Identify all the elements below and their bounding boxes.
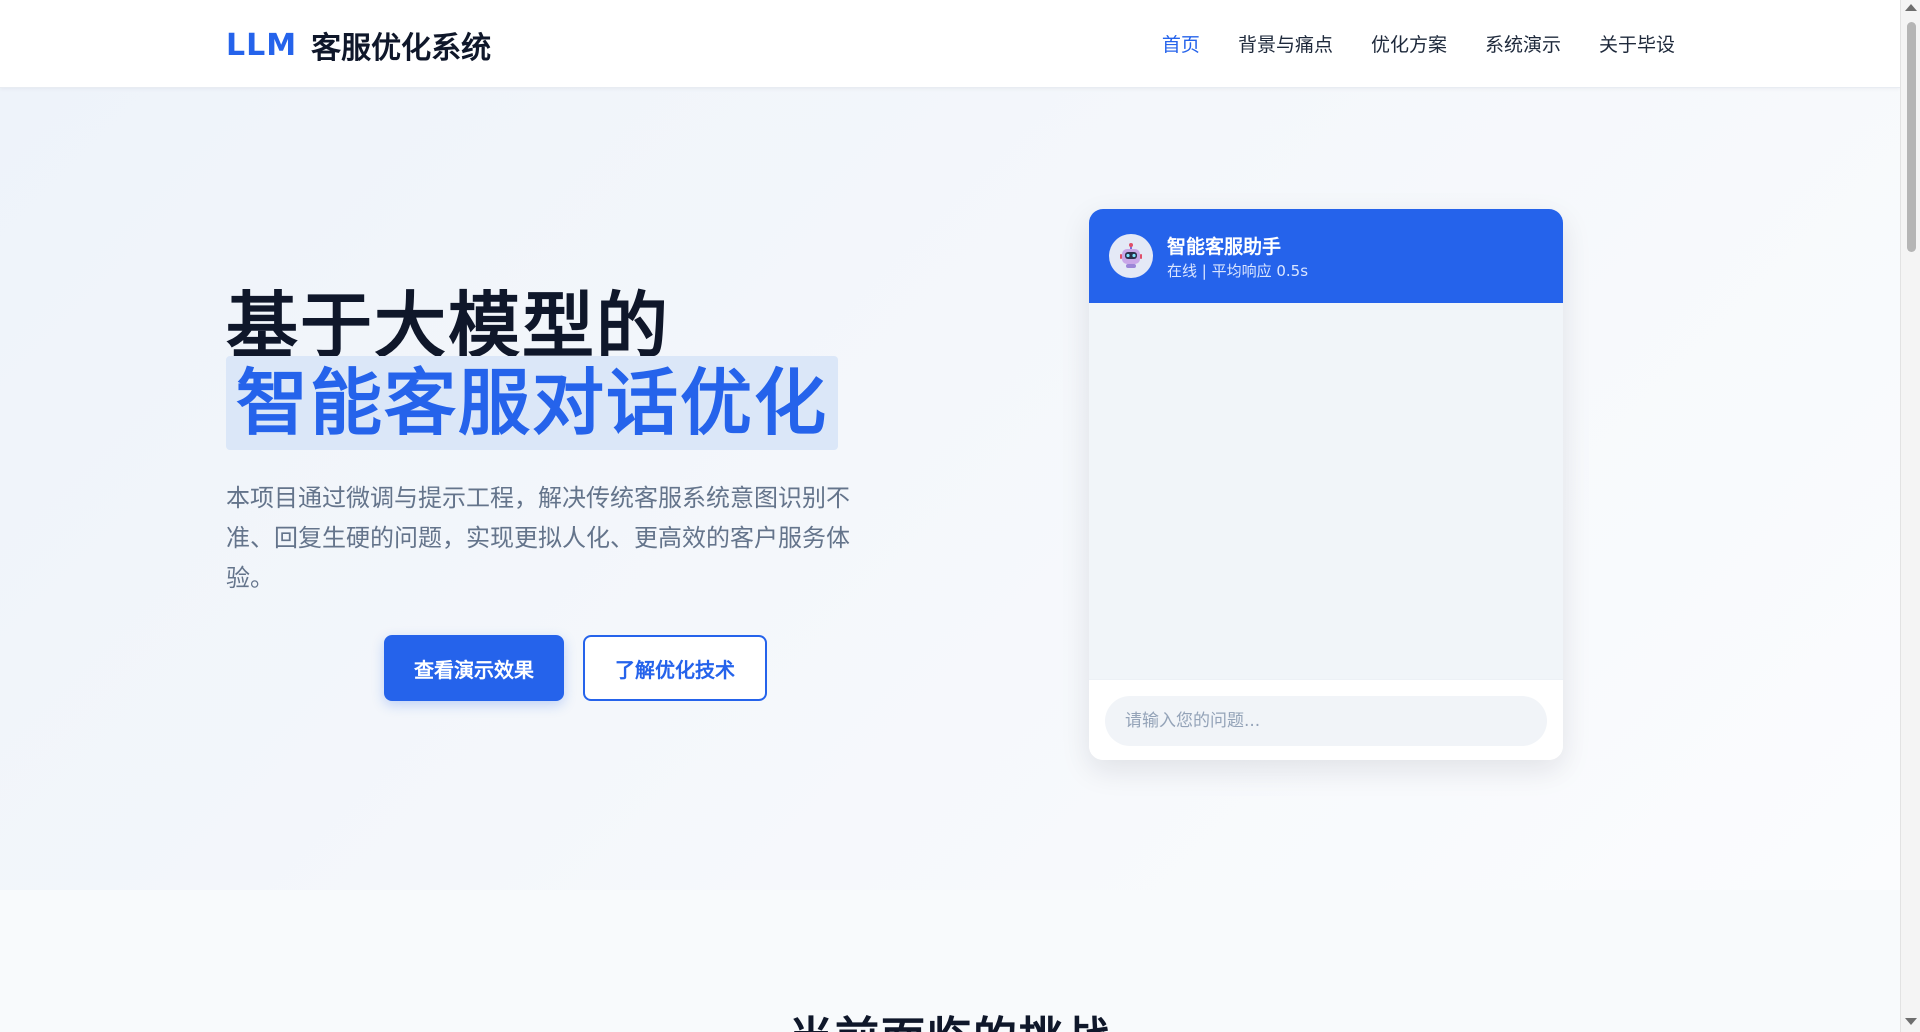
nav-item-solution[interactable]: 优化方案 bbox=[1371, 30, 1447, 57]
chat-header: 智能客服助手 在线 | 平均响应 0.5s bbox=[1089, 209, 1563, 303]
chat-status: 在线 | 平均响应 0.5s bbox=[1167, 262, 1309, 280]
nav-item-background[interactable]: 背景与痛点 bbox=[1238, 30, 1333, 57]
hero-section: 基于大模型的 智能客服对话优化 本项目通过微调与提示工程，解决传统客服系统意图识… bbox=[0, 88, 1900, 890]
challenges-section: 当前面临的挑战 bbox=[0, 890, 1900, 1032]
chat-input-bar bbox=[1089, 679, 1563, 760]
chat-input[interactable] bbox=[1105, 696, 1547, 746]
nav-item-demo[interactable]: 系统演示 bbox=[1485, 30, 1561, 57]
chat-messages-area bbox=[1089, 303, 1563, 679]
robot-icon bbox=[1109, 234, 1153, 278]
scrollbar-thumb[interactable] bbox=[1907, 22, 1916, 252]
nav-item-about[interactable]: 关于毕设 bbox=[1599, 30, 1675, 57]
logo-text: 客服优化系统 bbox=[311, 31, 492, 66]
learn-tech-button[interactable]: 了解优化技术 bbox=[583, 635, 767, 701]
page-scrollbar[interactable] bbox=[1900, 0, 1920, 1032]
view-demo-button[interactable]: 查看演示效果 bbox=[384, 635, 564, 701]
chat-widget: 智能客服助手 在线 | 平均响应 0.5s bbox=[1089, 209, 1563, 760]
nav-item-home[interactable]: 首页 bbox=[1162, 30, 1200, 57]
hero-description: 本项目通过微调与提示工程，解决传统客服系统意图识别不准、回复生硬的问题，实现更拟… bbox=[226, 484, 850, 592]
section-title: 当前面临的挑战 bbox=[0, 1002, 1900, 1032]
scroll-up-icon[interactable] bbox=[1905, 4, 1917, 11]
logo-brand: LLM bbox=[226, 27, 298, 63]
chat-assistant-name: 智能客服助手 bbox=[1167, 236, 1282, 258]
hero-title-highlight: 智能客服对话优化 bbox=[226, 356, 839, 450]
scroll-down-icon[interactable] bbox=[1905, 1018, 1917, 1025]
page: LLM 客服优化系统 首页 背景与痛点 优化方案 系统演示 关于毕设 基于大模型… bbox=[0, 0, 1900, 1032]
top-navbar: LLM 客服优化系统 首页 背景与痛点 优化方案 系统演示 关于毕设 bbox=[0, 0, 1900, 88]
main-nav: 首页 背景与痛点 优化方案 系统演示 关于毕设 bbox=[1162, 30, 1675, 57]
logo[interactable]: LLM 客服优化系统 bbox=[226, 25, 492, 67]
